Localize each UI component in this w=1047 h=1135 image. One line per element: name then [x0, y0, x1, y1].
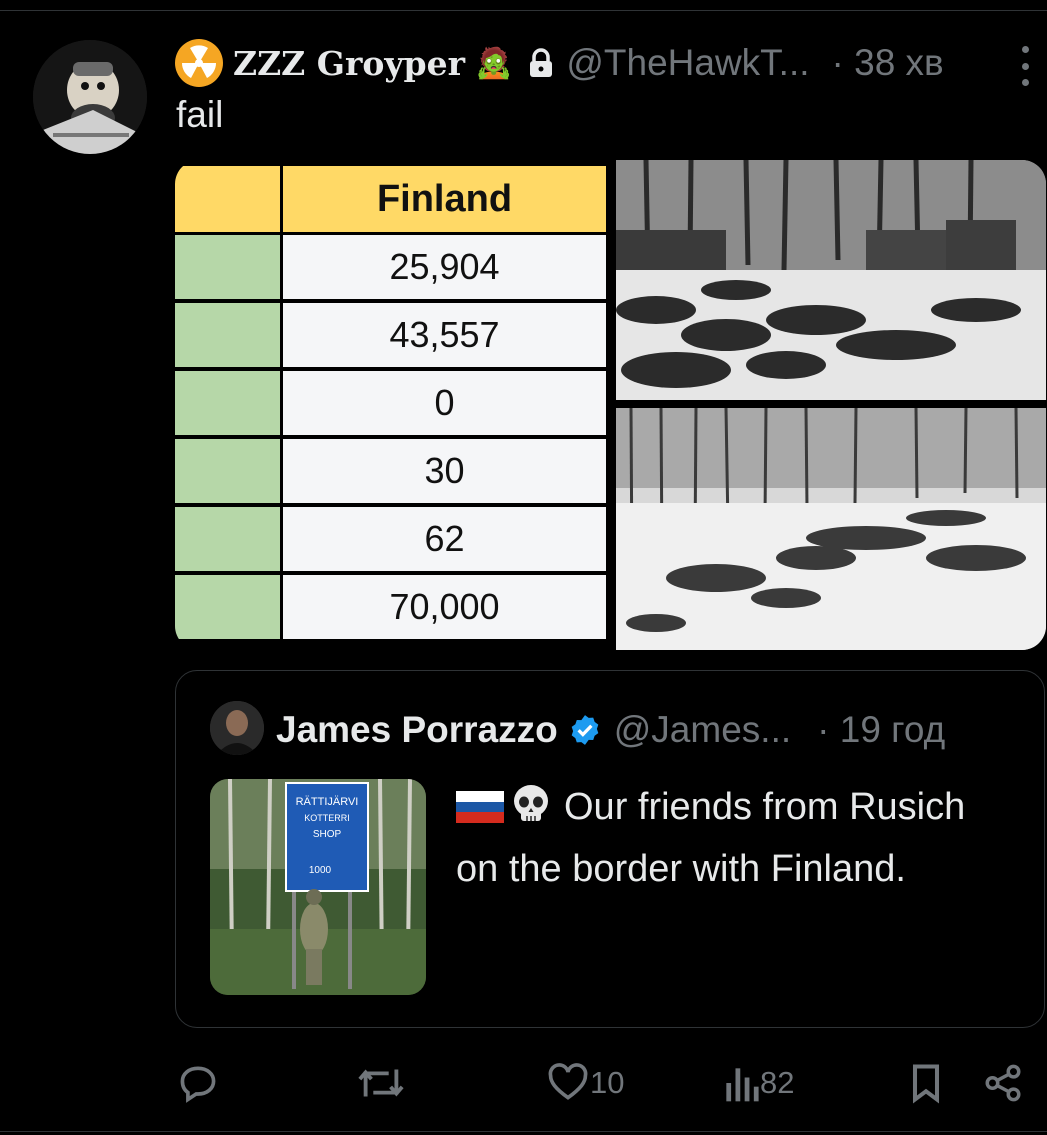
table-image[interactable]: Finland 25,904 43,557 0 30 62 70,000 [175, 160, 606, 650]
zombie-emoji-icon: 🧟 [474, 46, 513, 80]
author-name[interactable]: ZZZ Groyper [233, 44, 465, 83]
share-icon [982, 1061, 1024, 1105]
quote-thumbnail[interactable]: RÄTTIJÄRVI KOTTERRI SHOP 1000 [210, 779, 426, 995]
lock-icon [528, 48, 554, 78]
table-row: 25,904 [175, 235, 606, 299]
table-row: 62 [175, 507, 606, 571]
views-icon [722, 1061, 760, 1105]
table-header-empty [175, 166, 280, 232]
post-text: fail [176, 94, 224, 135]
author-handle[interactable]: @TheHawkT... [566, 42, 809, 84]
like-button[interactable]: 10 [546, 1055, 624, 1111]
media-grid[interactable]: Finland 25,904 43,557 0 30 62 70,000 [175, 160, 1046, 650]
sign-text-2: KOTTERRI [304, 813, 350, 823]
like-count: 10 [590, 1065, 625, 1100]
share-button[interactable] [982, 1055, 1024, 1111]
bookmark-button[interactable] [906, 1055, 946, 1111]
bottom-divider [0, 1131, 1047, 1132]
verified-badge-icon [568, 713, 602, 747]
reply-icon [176, 1061, 220, 1105]
quote-time[interactable]: · 19 год [817, 709, 945, 751]
radiation-icon [175, 39, 223, 87]
table-row: 70,000 [175, 575, 606, 639]
bookmark-icon [906, 1061, 946, 1105]
more-icon[interactable] [1015, 46, 1035, 86]
sign-text-3: SHOP [313, 829, 342, 840]
table-row: 30 [175, 439, 606, 503]
quote-author-avatar[interactable] [210, 701, 264, 755]
sign-text-1: RÄTTIJÄRVI [296, 796, 359, 808]
action-bar: 10 82 [0, 1055, 1047, 1111]
table-row: 0 [175, 371, 606, 435]
post-header: ZZZ Groyper 🧟 @TheHawkT... · 38 хв [175, 38, 944, 88]
quote-author-handle[interactable]: @James... [614, 709, 791, 751]
winter-war-photo-2[interactable] [616, 407, 1046, 650]
table-header: Finland [283, 166, 606, 232]
post-time[interactable]: · 38 хв [832, 42, 944, 84]
author-avatar[interactable] [33, 40, 147, 154]
repost-button[interactable] [356, 1055, 406, 1111]
quoted-post[interactable]: James Porrazzo @James... · 19 год RÄTTIJ… [175, 670, 1045, 1028]
reply-button[interactable] [176, 1055, 220, 1111]
views-count: 82 [760, 1065, 795, 1100]
skull-icon [510, 783, 552, 841]
top-divider [0, 10, 1047, 11]
views-button[interactable]: 82 [722, 1055, 794, 1111]
heart-icon [546, 1061, 590, 1105]
quote-header: James Porrazzo @James... · 19 год [276, 705, 945, 755]
quote-author-name[interactable]: James Porrazzo [276, 709, 558, 751]
russia-flag-icon [456, 783, 504, 823]
table-row: 43,557 [175, 303, 606, 367]
quote-text: Our friends from Rusich on the border wi… [456, 779, 1016, 897]
repost-icon [356, 1061, 406, 1105]
winter-war-photo-1[interactable] [616, 160, 1046, 400]
sign-text-4: 1000 [309, 865, 332, 876]
